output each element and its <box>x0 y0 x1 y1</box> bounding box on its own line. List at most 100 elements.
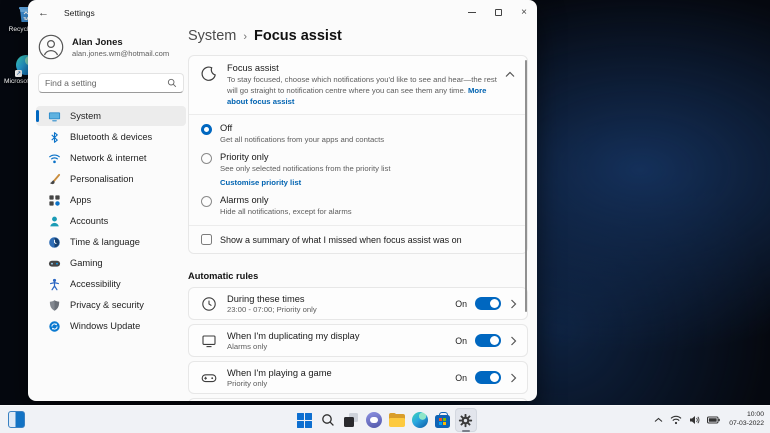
clock-icon <box>202 297 216 311</box>
chevron-right-icon[interactable] <box>510 299 517 309</box>
sidebar-item-bluetooth-devices[interactable]: Bluetooth & devices <box>36 127 186 147</box>
store-button[interactable] <box>432 408 454 432</box>
sidebar-item-system[interactable]: System <box>36 106 186 126</box>
minimize-button[interactable] <box>459 0 485 25</box>
close-button[interactable]: × <box>511 0 537 25</box>
clock-globe-icon <box>49 236 60 248</box>
task-view-button[interactable] <box>340 408 362 432</box>
automatic-rules-list: During these times 23:00 - 07:00; Priori… <box>188 287 528 401</box>
sidebar-item-windows-update[interactable]: Windows Update <box>36 316 186 336</box>
chat-icon <box>365 412 382 428</box>
sidebar-item-apps[interactable]: Apps <box>36 190 186 210</box>
sidebar-item-accounts[interactable]: Accounts <box>36 211 186 231</box>
file-explorer-icon <box>388 412 405 427</box>
toggle-switch[interactable] <box>475 334 501 348</box>
sidebar: Alan Jones alan.jones.wm@hotmail.com Sys… <box>36 26 186 337</box>
speaker-icon[interactable] <box>689 415 700 425</box>
search-icon <box>167 78 177 88</box>
sidebar-nav: System Bluetooth & devices Network & int… <box>36 106 186 336</box>
bluetooth-icon <box>51 131 58 143</box>
summary-checkbox-row[interactable]: Show a summary of what I missed when foc… <box>189 225 527 253</box>
display-icon <box>202 335 216 347</box>
person-icon <box>50 216 59 226</box>
radio-option-alarms-only[interactable]: Alarms only Hide all notifications, exce… <box>189 187 527 216</box>
user-profile[interactable]: Alan Jones alan.jones.wm@hotmail.com <box>38 34 186 60</box>
taskbar-clock[interactable]: 10:00 07-03-2022 <box>729 411 764 429</box>
toggle-state-label: On <box>455 298 467 309</box>
breadcrumb: System › Focus assist <box>188 28 528 44</box>
rule-playing-a-game[interactable]: When I'm playing a game Priority only On <box>188 361 528 395</box>
sidebar-item-personalisation[interactable]: Personalisation <box>36 169 186 189</box>
chat-button[interactable] <box>363 408 385 432</box>
moon-icon <box>201 66 216 81</box>
apps-grid-icon <box>49 194 60 206</box>
toggle-switch[interactable] <box>475 297 501 311</box>
task-view-icon <box>343 413 358 427</box>
search-box[interactable] <box>38 73 184 93</box>
rule-during-these-times[interactable]: During these times 23:00 - 07:00; Priori… <box>188 287 528 321</box>
profile-name: Alan Jones <box>72 36 123 48</box>
radio-option-priority-only[interactable]: Priority only See only selected notifica… <box>189 144 527 187</box>
focus-assist-description: To stay focused, choose which notificati… <box>227 75 497 106</box>
game-controller-icon <box>48 260 61 267</box>
search-input[interactable] <box>45 78 167 88</box>
settings-gear-icon <box>458 413 473 427</box>
back-button[interactable]: ← <box>38 7 56 19</box>
focus-assist-options: Off Get all notifications from your apps… <box>189 114 527 254</box>
widgets-icon[interactable] <box>8 411 25 428</box>
clock-date: 07-03-2022 <box>729 420 764 427</box>
sidebar-item-accessibility[interactable]: Accessibility <box>36 274 186 294</box>
file-explorer-button[interactable] <box>386 408 408 432</box>
sidebar-item-gaming[interactable]: Gaming <box>36 253 186 273</box>
chevron-right-icon[interactable] <box>510 373 517 383</box>
monitor-icon <box>48 111 61 121</box>
brush-icon <box>50 173 61 184</box>
customise-priority-list-link[interactable]: Customise priority list <box>220 178 390 187</box>
edge-icon <box>411 412 428 428</box>
clock-time: 10:00 <box>746 411 764 419</box>
focus-assist-title: Focus assist <box>227 63 279 73</box>
shortcut-arrow-icon: ↗ <box>15 70 22 77</box>
sidebar-item-network-internet[interactable]: Network & internet <box>36 148 186 168</box>
sidebar-item-time-language[interactable]: Time & language <box>36 232 186 252</box>
window-titlebar: ← Settings × <box>28 0 537 26</box>
start-icon <box>297 412 312 428</box>
toggle-switch[interactable] <box>475 371 501 385</box>
avatar <box>38 34 64 60</box>
taskbar-search-button[interactable] <box>317 408 339 432</box>
radio-selected-icon[interactable] <box>201 124 212 136</box>
chevron-up-icon[interactable] <box>654 417 663 423</box>
checkbox-unchecked-icon[interactable] <box>201 234 212 246</box>
accessibility-person-icon <box>49 278 60 290</box>
scrollbar[interactable] <box>525 60 527 312</box>
radio-unselected-icon[interactable] <box>201 153 212 165</box>
toggle-state-label: On <box>455 335 467 346</box>
focus-assist-expander-header[interactable]: Focus assist To stay focused, choose whi… <box>189 56 527 114</box>
start-button[interactable] <box>294 408 316 432</box>
settings-taskbar-button[interactable] <box>454 408 477 432</box>
breadcrumb-parent[interactable]: System <box>188 28 236 44</box>
sidebar-item-privacy-security[interactable]: Privacy & security <box>36 295 186 315</box>
update-arrows-icon <box>49 320 60 332</box>
settings-window: ← Settings × Alan Jones alan.jones.wm@ho… <box>28 0 537 401</box>
chevron-right-icon[interactable] <box>510 336 517 346</box>
rule-duplicating-display[interactable]: When I'm duplicating my display Alarms o… <box>188 324 528 358</box>
radio-unselected-icon[interactable] <box>201 196 212 208</box>
shield-icon <box>49 299 60 311</box>
page-title: Focus assist <box>254 28 342 44</box>
search-icon <box>321 414 334 426</box>
system-tray: 10:00 07-03-2022 <box>650 406 764 433</box>
wifi-icon[interactable] <box>670 415 682 425</box>
toggle-state-label: On <box>455 372 467 383</box>
profile-email: alan.jones.wm@hotmail.com <box>72 48 170 58</box>
automatic-rules-heading: Automatic rules <box>188 271 259 282</box>
radio-option-off[interactable]: Off Get all notifications from your apps… <box>189 115 527 144</box>
battery-icon[interactable] <box>706 416 720 424</box>
edge-button[interactable] <box>409 408 431 432</box>
maximize-button[interactable] <box>485 0 511 25</box>
window-title: Settings <box>64 8 95 18</box>
chevron-up-icon[interactable] <box>505 71 515 78</box>
main-content: System › Focus assist Focus assist To st… <box>188 26 528 401</box>
breadcrumb-separator-icon: › <box>243 31 248 43</box>
rule-fullscreen-app[interactable]: When I'm using an app in full screen mod… <box>188 398 528 401</box>
